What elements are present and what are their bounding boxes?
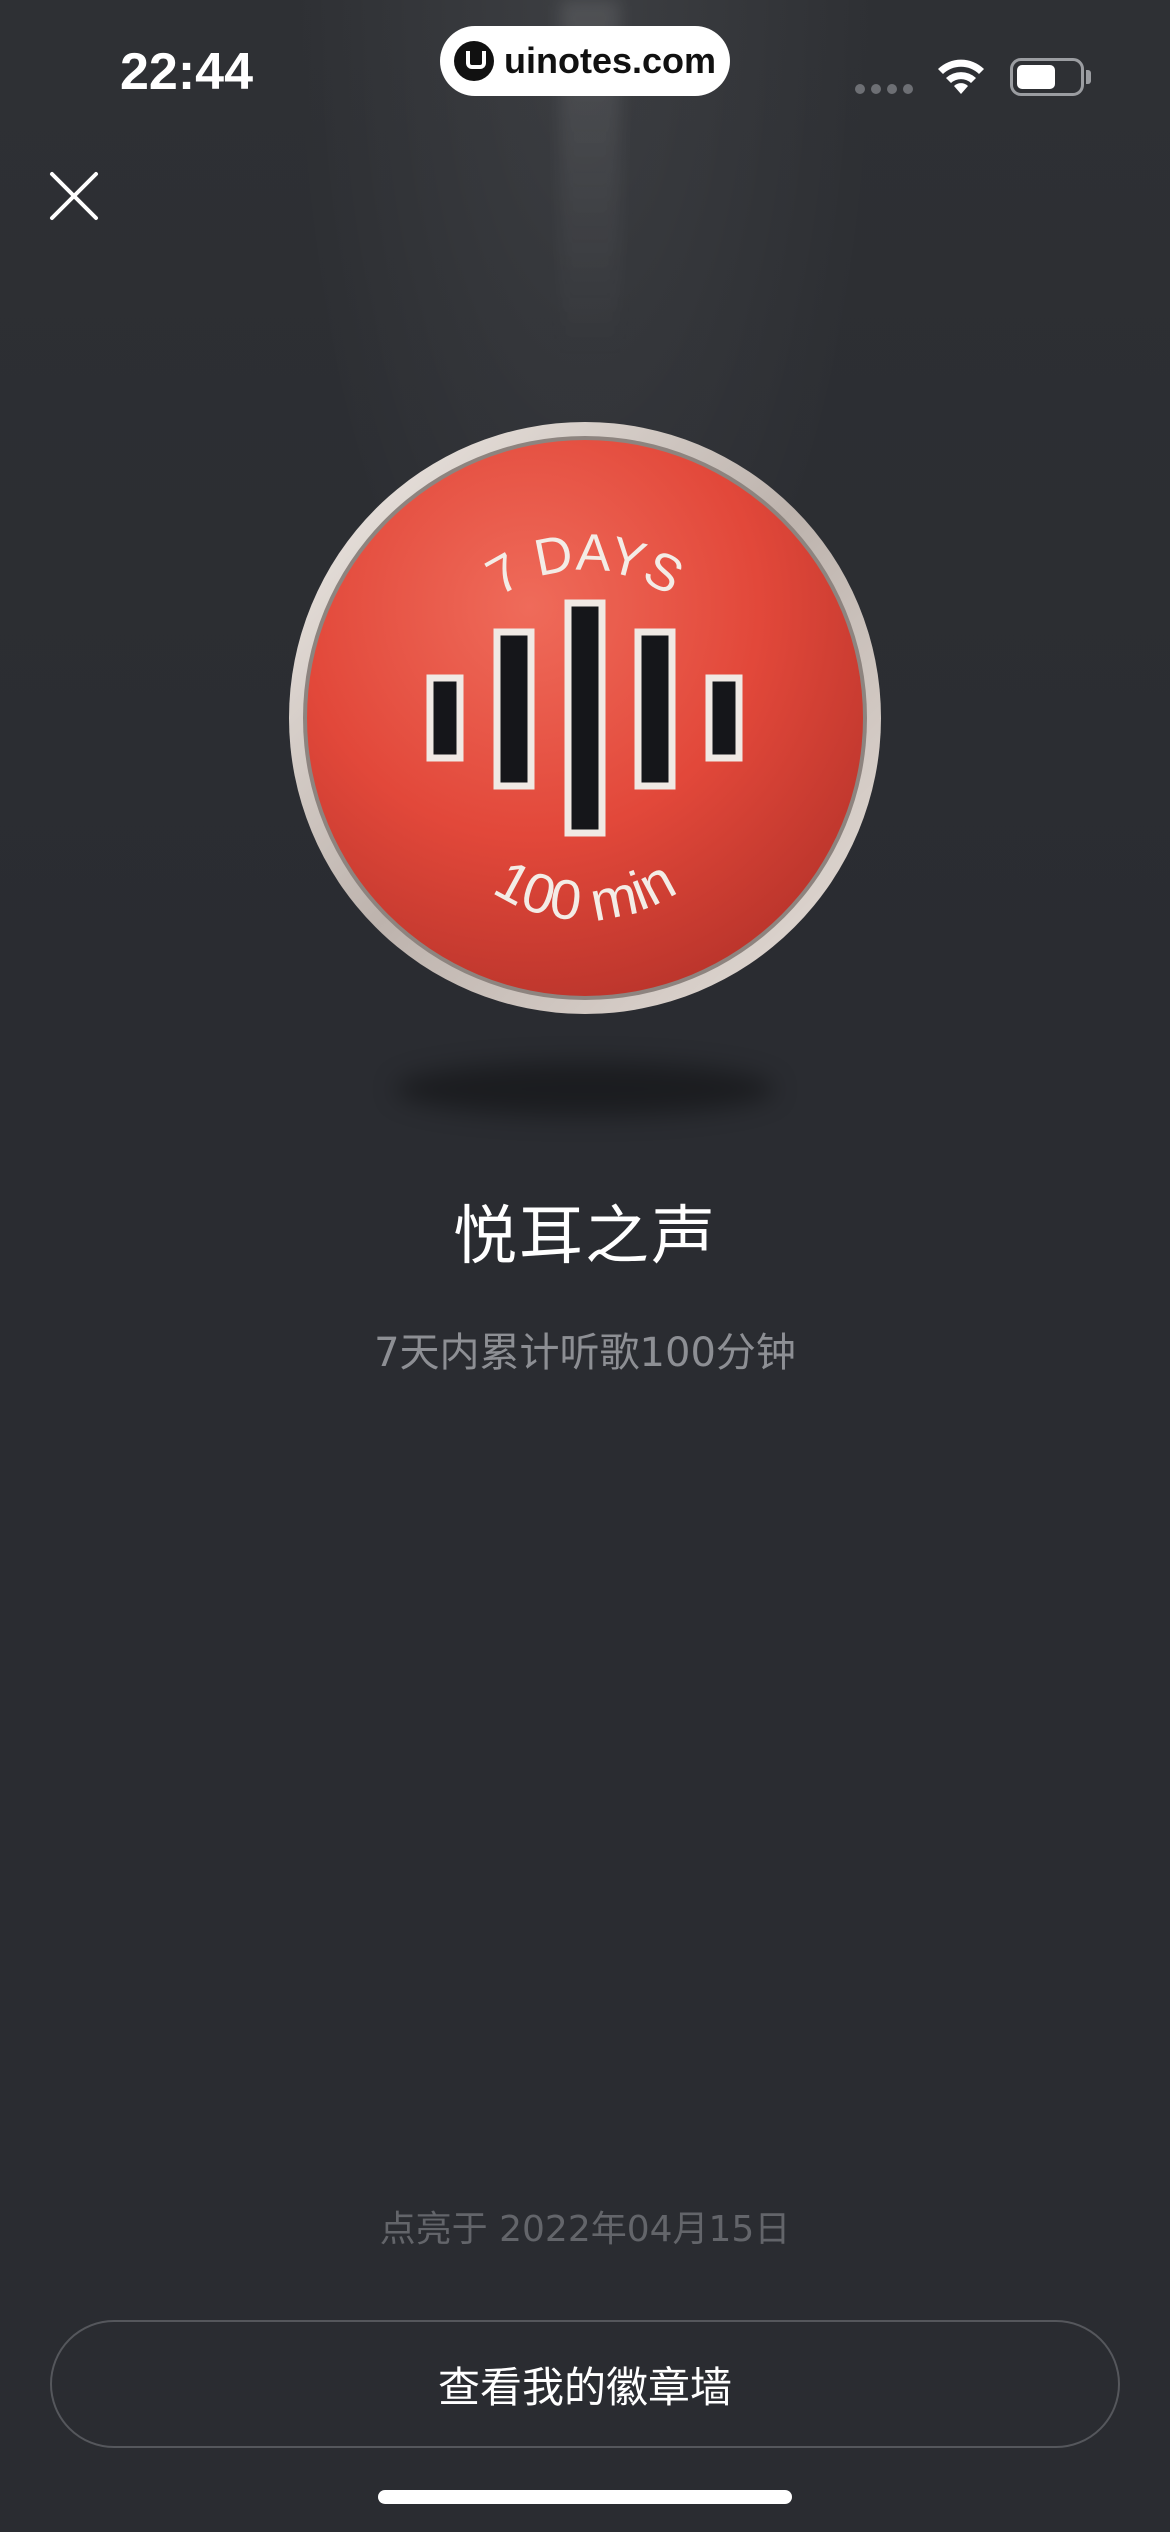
sound-wave-badge-icon: 7 DAYS 100 min <box>289 422 881 1014</box>
view-badge-wall-button[interactable]: 查看我的徽章墙 <box>50 2320 1120 2448</box>
home-indicator[interactable] <box>378 2490 792 2504</box>
lit-date: 点亮于 2022年04月15日 <box>379 2209 791 2250</box>
wifi-icon <box>938 59 984 94</box>
battery-tip <box>1086 70 1091 84</box>
signal-icon <box>855 84 913 94</box>
url-text: uinotes.com <box>503 40 717 81</box>
status-time: 22:44 <box>120 43 253 101</box>
status-bar: 22:44 uinotes.com <box>0 0 1170 150</box>
battery-icon <box>1010 58 1084 96</box>
site-logo-icon <box>453 41 494 81</box>
url-pill: uinotes.com <box>440 26 730 96</box>
badge-detail-screen: 22:44 uinotes.com 7 DAYS 100 min 悦耳之声 7天… <box>0 0 1170 2532</box>
badge-title: 悦耳之声 <box>453 1200 717 1274</box>
close-icon[interactable] <box>44 166 104 226</box>
badge-description: 7天内累计听歌100分钟 <box>374 1330 796 1376</box>
badge-shadow <box>395 1062 775 1116</box>
